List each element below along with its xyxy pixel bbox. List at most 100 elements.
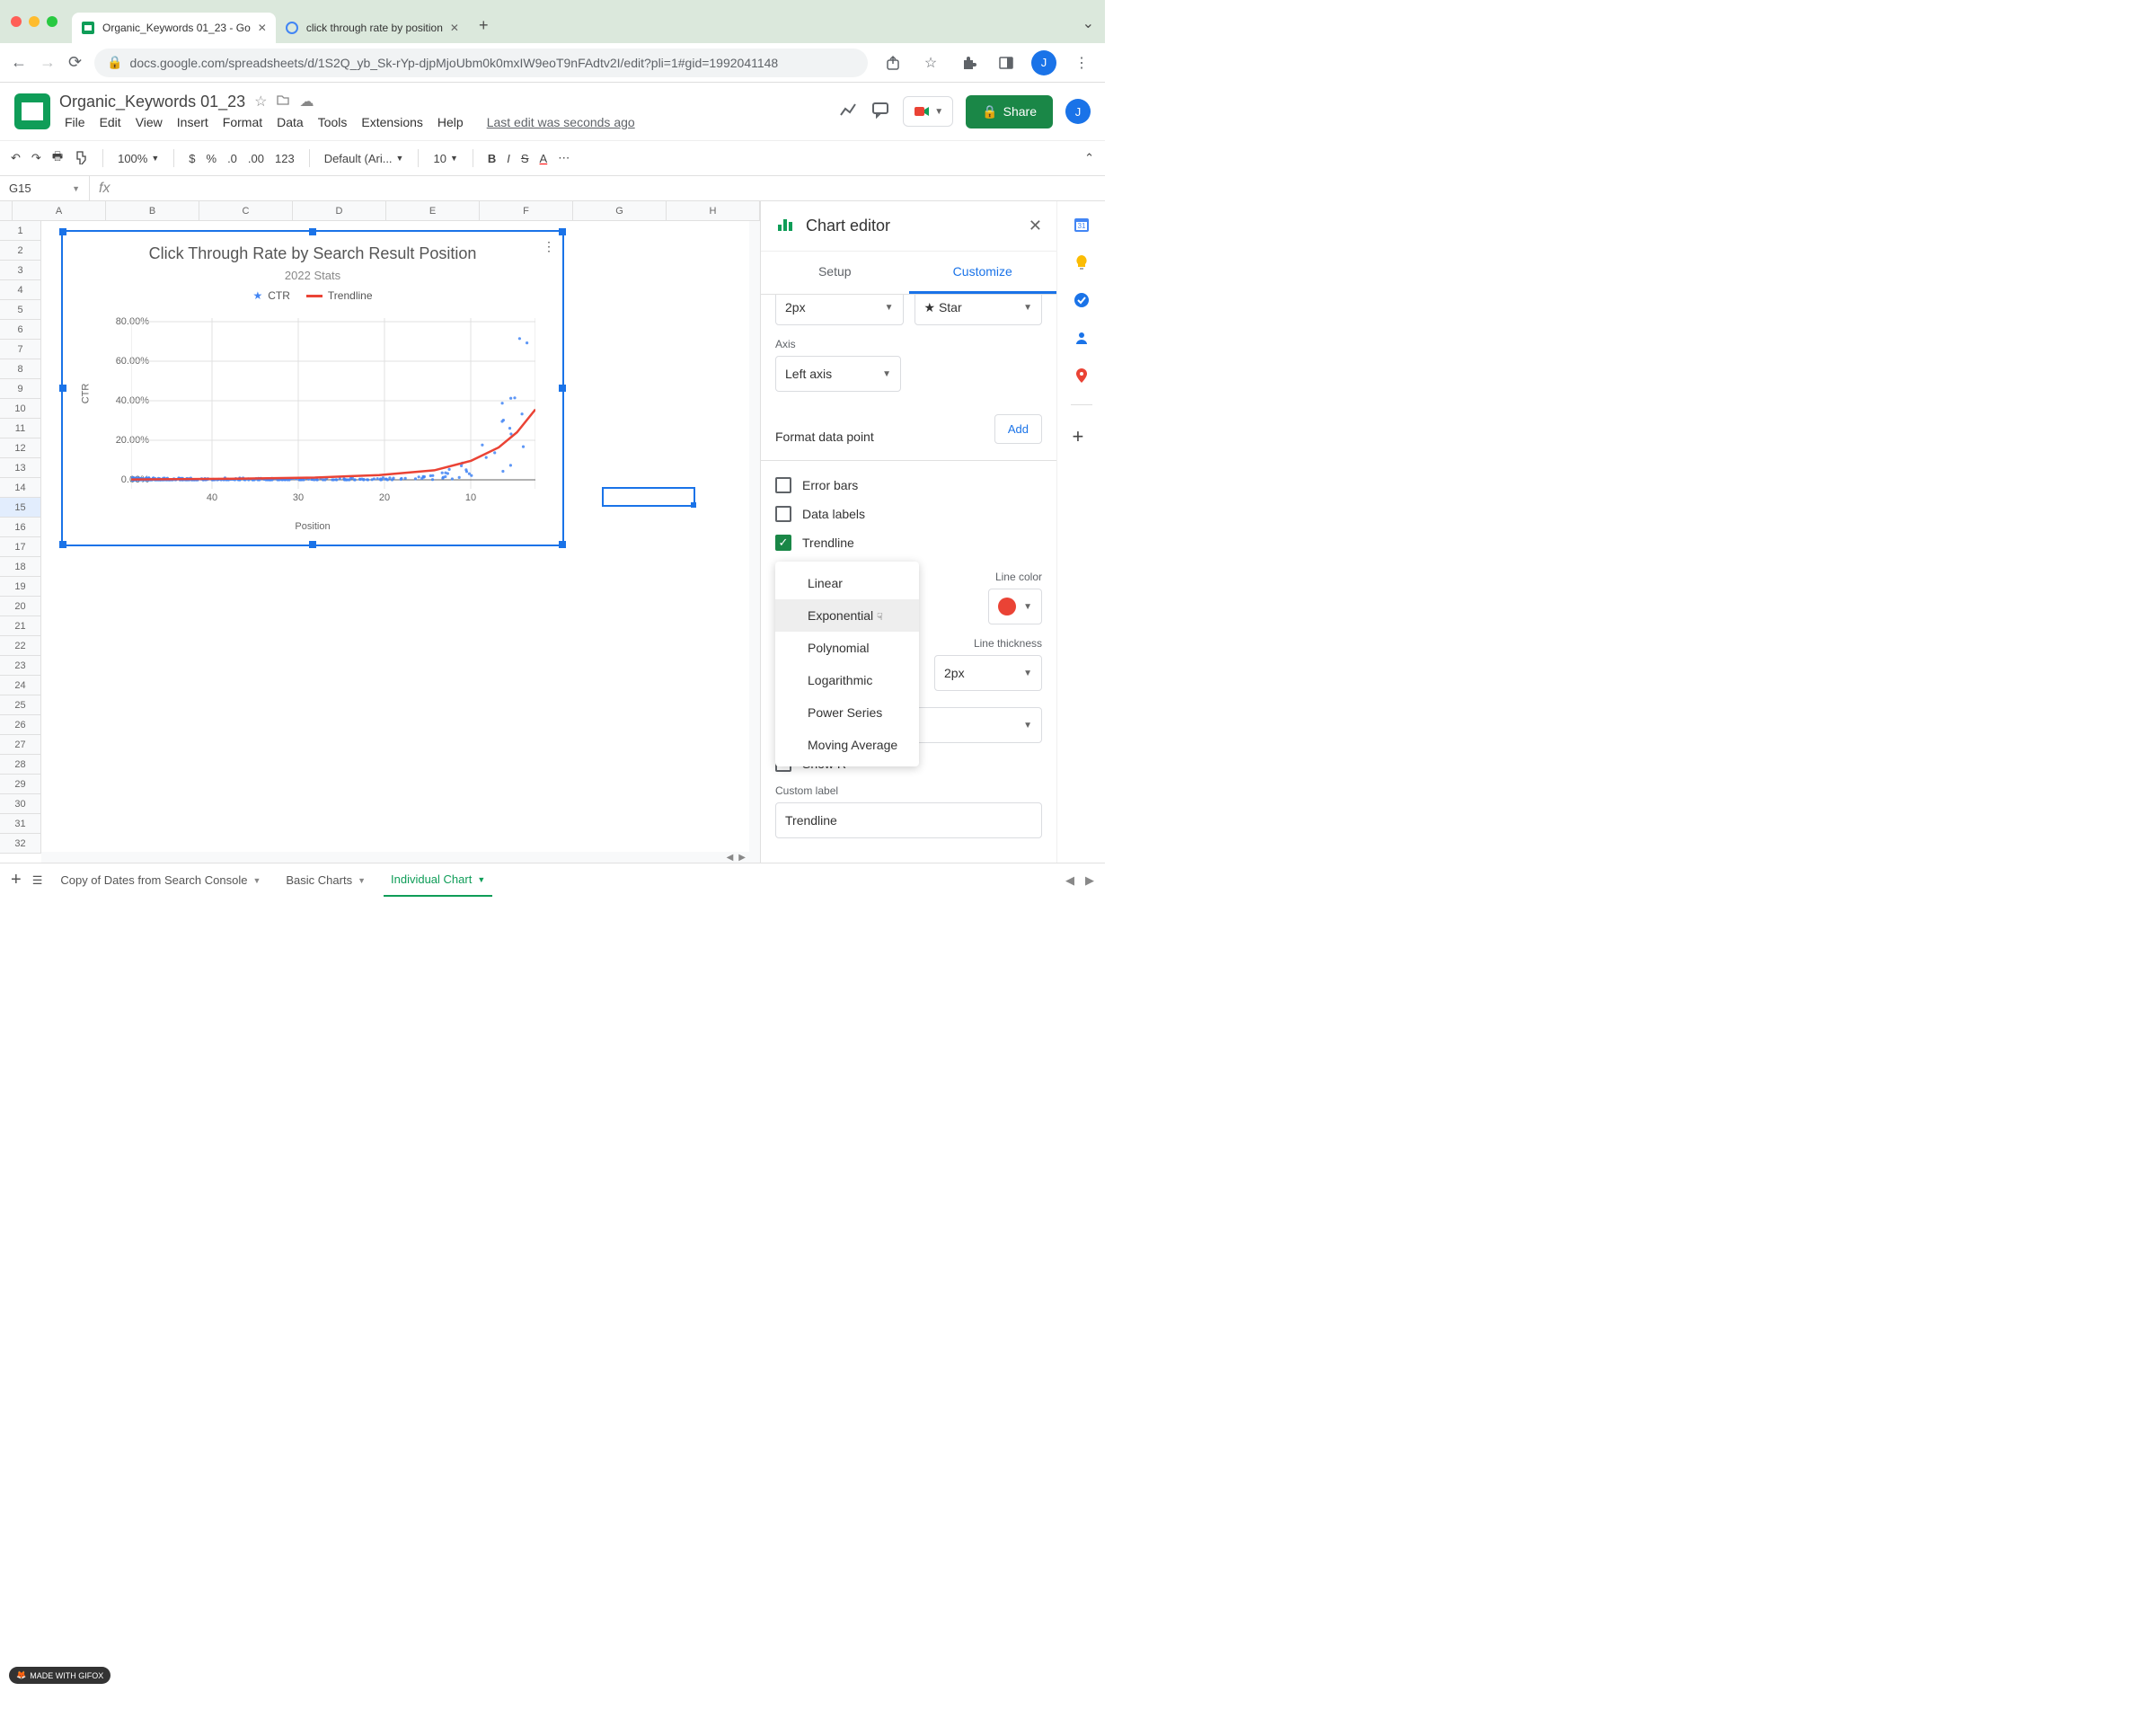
browser-tab[interactable]: click through rate by position ✕	[276, 13, 468, 43]
all-sheets-button[interactable]: ☰	[32, 873, 43, 888]
paint-format-button[interactable]	[74, 150, 88, 167]
row-header[interactable]: 23	[0, 656, 41, 676]
chart-title[interactable]: Click Through Rate by Search Result Posi…	[63, 244, 562, 263]
star-icon[interactable]: ☆	[254, 93, 267, 111]
back-button[interactable]: ←	[11, 53, 27, 72]
row-header[interactable]: 15	[0, 498, 41, 518]
row-header[interactable]: 5	[0, 300, 41, 320]
resize-handle[interactable]	[59, 541, 66, 548]
chart-menu-icon[interactable]: ⋮	[543, 239, 555, 254]
column-header[interactable]: G	[573, 201, 667, 220]
row-header[interactable]: 21	[0, 616, 41, 636]
row-header[interactable]: 18	[0, 557, 41, 577]
row-header[interactable]: 17	[0, 537, 41, 557]
currency-button[interactable]: $	[189, 152, 195, 165]
error-bars-checkbox[interactable]: Error bars	[775, 477, 1042, 493]
row-header[interactable]: 14	[0, 478, 41, 498]
row-header[interactable]: 25	[0, 695, 41, 715]
close-tab-icon[interactable]: ✕	[450, 22, 459, 34]
column-header[interactable]: H	[667, 201, 760, 220]
row-header[interactable]: 30	[0, 794, 41, 814]
profile-avatar[interactable]: J	[1031, 50, 1056, 75]
tab-customize[interactable]: Customize	[909, 252, 1057, 294]
name-box[interactable]: G15▼	[0, 176, 90, 200]
trendline-type-option[interactable]: Power Series	[775, 696, 919, 729]
close-panel-button[interactable]: ✕	[1029, 217, 1042, 235]
row-header[interactable]: 19	[0, 577, 41, 597]
forward-button[interactable]: →	[40, 53, 56, 72]
row-header[interactable]: 22	[0, 636, 41, 656]
strikethrough-button[interactable]: S	[521, 152, 529, 165]
sheet-tab[interactable]: Copy of Dates from Search Console▼	[53, 864, 268, 896]
trendline-type-option[interactable]: Moving Average	[775, 729, 919, 761]
bold-button[interactable]: B	[488, 152, 496, 165]
bookmark-icon[interactable]: ☆	[918, 50, 943, 75]
row-header[interactable]: 13	[0, 458, 41, 478]
cloud-status-icon[interactable]: ☁	[299, 93, 314, 111]
column-header[interactable]: A	[13, 201, 106, 220]
share-button[interactable]: 🔒 Share	[966, 95, 1053, 128]
sidebar-icon[interactable]	[994, 50, 1019, 75]
resize-handle[interactable]	[59, 385, 66, 392]
sheet-tab[interactable]: Basic Charts▼	[278, 864, 373, 896]
url-input[interactable]: 🔒 docs.google.com/spreadsheets/d/1S2Q_yb…	[94, 49, 868, 77]
percent-button[interactable]: %	[207, 152, 217, 165]
y-axis-label[interactable]: CTR	[80, 384, 91, 404]
menu-data[interactable]: Data	[271, 113, 309, 131]
more-button[interactable]: ⋯	[558, 151, 570, 165]
browser-tab-active[interactable]: Organic_Keywords 01_23 - Go ✕	[72, 13, 276, 43]
menu-tools[interactable]: Tools	[313, 113, 353, 131]
tabs-overflow-icon[interactable]: ⌄	[1082, 14, 1094, 32]
horizontal-scrollbar[interactable]: ◀▶	[41, 852, 749, 863]
add-addon-icon[interactable]: +	[1073, 425, 1091, 443]
vertical-scrollbar[interactable]	[749, 221, 760, 863]
kebab-menu-icon[interactable]: ⋮	[1069, 50, 1094, 75]
trendline-type-option[interactable]: Polynomial	[775, 632, 919, 664]
point-shape-select[interactable]: ★ Star▼	[915, 295, 1043, 325]
contacts-icon[interactable]	[1073, 329, 1091, 347]
maximize-window[interactable]	[47, 16, 57, 27]
row-header[interactable]: 4	[0, 280, 41, 300]
undo-button[interactable]: ↶	[11, 151, 21, 165]
line-color-select[interactable]: ▼	[988, 589, 1042, 624]
menu-insert[interactable]: Insert	[172, 113, 214, 131]
trendline-checkbox[interactable]: ✓ Trendline	[775, 535, 1042, 551]
row-header[interactable]: 20	[0, 597, 41, 616]
row-header[interactable]: 2	[0, 241, 41, 261]
document-title[interactable]: Organic_Keywords 01_23	[59, 93, 245, 111]
menu-extensions[interactable]: Extensions	[356, 113, 428, 131]
new-tab-button[interactable]: +	[479, 16, 489, 35]
trendline-type-option[interactable]: Exponential ☟	[775, 599, 919, 632]
embedded-chart[interactable]: ⋮ Click Through Rate by Search Result Po…	[61, 230, 564, 546]
resize-handle[interactable]	[59, 228, 66, 235]
custom-label-input[interactable]	[775, 802, 1042, 838]
redo-button[interactable]: ↷	[31, 151, 41, 165]
axis-select[interactable]: Left axis▼	[775, 356, 901, 392]
print-button[interactable]: 🖶	[52, 148, 63, 168]
chart-plot-area[interactable]	[131, 318, 535, 489]
column-header[interactable]: E	[386, 201, 480, 220]
row-header[interactable]: 24	[0, 676, 41, 695]
row-header[interactable]: 12	[0, 438, 41, 458]
calendar-icon[interactable]: 31	[1073, 216, 1091, 234]
select-all-corner[interactable]	[0, 201, 13, 220]
collapse-toolbar-icon[interactable]: ⌃	[1084, 151, 1094, 165]
column-header[interactable]: C	[199, 201, 293, 220]
extensions-icon[interactable]	[956, 50, 981, 75]
row-header[interactable]: 11	[0, 419, 41, 438]
close-tab-icon[interactable]: ✕	[258, 22, 267, 34]
row-header[interactable]: 29	[0, 775, 41, 794]
trendline-type-option[interactable]: Logarithmic	[775, 664, 919, 696]
more-formats-button[interactable]: 123	[275, 152, 295, 165]
row-header[interactable]: 26	[0, 715, 41, 735]
chart-subtitle[interactable]: 2022 Stats	[63, 269, 562, 282]
x-axis-label[interactable]: Position	[295, 521, 330, 532]
menu-edit[interactable]: Edit	[94, 113, 127, 131]
zoom-select[interactable]: 100%▼	[118, 152, 159, 165]
account-avatar[interactable]: J	[1065, 99, 1091, 124]
history-icon[interactable]	[838, 100, 858, 124]
row-header[interactable]: 16	[0, 518, 41, 537]
move-icon[interactable]	[276, 93, 290, 111]
row-header[interactable]: 9	[0, 379, 41, 399]
maps-icon[interactable]	[1073, 367, 1091, 385]
